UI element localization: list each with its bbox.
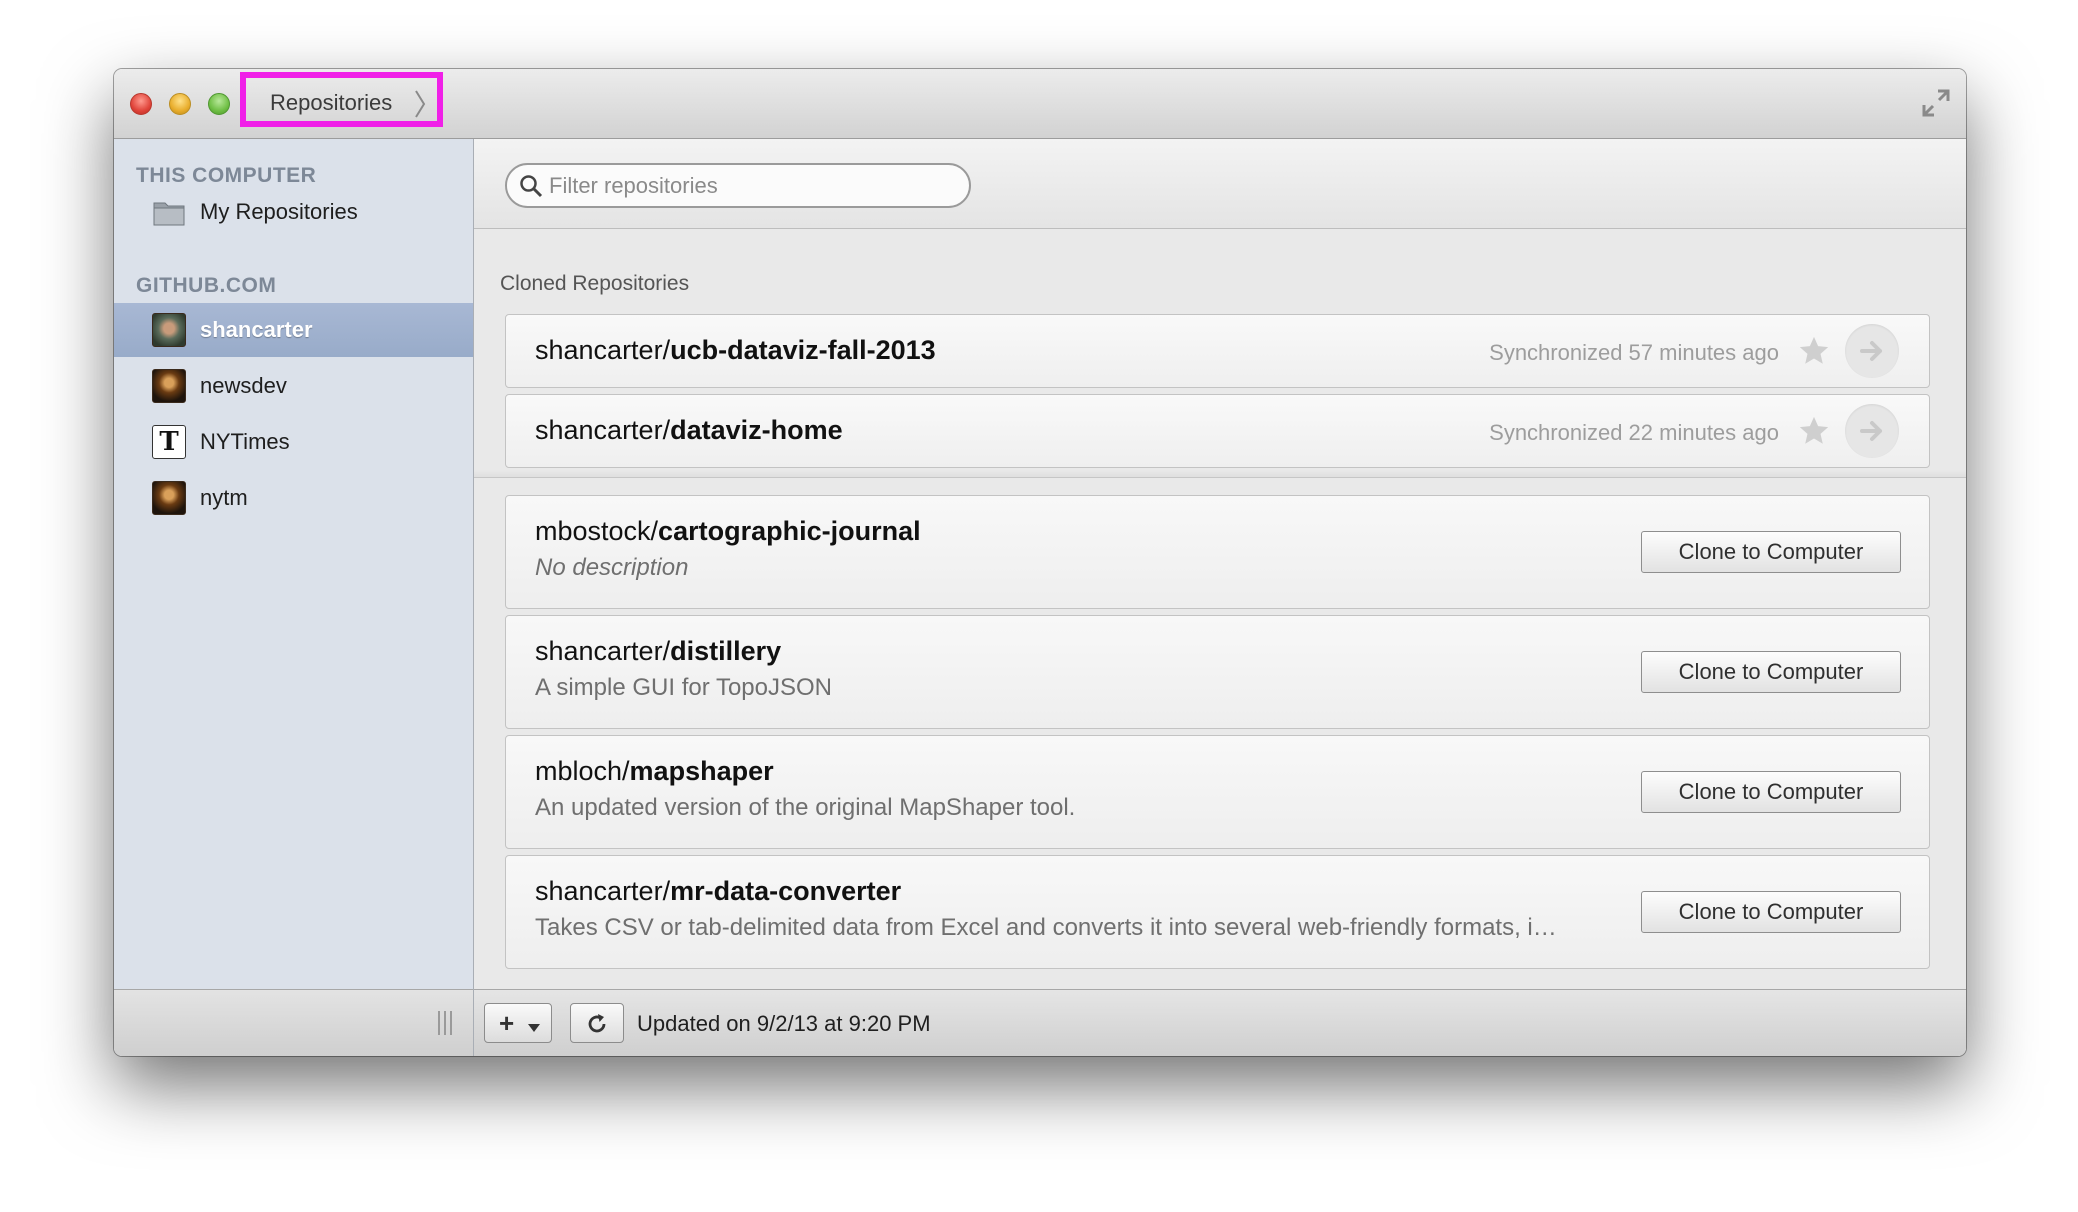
cloned-repositories-heading: Cloned Repositories bbox=[500, 272, 690, 295]
clone-to-computer-button[interactable]: Clone to Computer bbox=[1641, 531, 1901, 573]
last-updated-status: Updated on 9/2/13 at 9:20 PM bbox=[637, 1011, 931, 1036]
avatar bbox=[152, 481, 186, 515]
chevron-down-icon bbox=[527, 1020, 541, 1038]
breadcrumb-repositories[interactable]: Repositories bbox=[240, 72, 443, 127]
repo-name: shancarter/mr-data-converter bbox=[535, 876, 902, 906]
sidebar-heading-github: GITHUB.COM bbox=[136, 274, 277, 297]
arrow-right-icon bbox=[1860, 421, 1882, 441]
repo-name: shancarter/distillery bbox=[535, 636, 782, 666]
repo-name: shancarter/ucb-dataviz-fall-2013 bbox=[535, 335, 936, 365]
zoom-window-button[interactable] bbox=[208, 93, 230, 115]
star-icon[interactable] bbox=[1797, 414, 1831, 453]
clone-to-computer-button[interactable]: Clone to Computer bbox=[1641, 651, 1901, 693]
sidebar-item-nytimes[interactable]: T NYTimes bbox=[114, 415, 473, 469]
remote-repo-row[interactable]: shancarter/mr-data-converter Takes CSV o… bbox=[505, 855, 1930, 969]
search-icon bbox=[519, 174, 543, 203]
remote-repo-row[interactable]: mbostock/cartographic-journal No descrip… bbox=[505, 495, 1930, 609]
close-window-button[interactable] bbox=[130, 93, 152, 115]
open-repo-button[interactable] bbox=[1845, 404, 1899, 458]
repo-name: shancarter/dataviz-home bbox=[535, 415, 843, 445]
filter-repositories-field[interactable] bbox=[505, 163, 971, 208]
remote-repo-row[interactable]: shancarter/distillery A simple GUI for T… bbox=[505, 615, 1930, 729]
clone-to-computer-button[interactable]: Clone to Computer bbox=[1641, 891, 1901, 933]
chevron-right-icon bbox=[414, 90, 426, 123]
remote-repo-list[interactable]: mbostock/cartographic-journal No descrip… bbox=[474, 478, 1966, 989]
sidebar-item-label: shancarter bbox=[200, 317, 313, 342]
repo-description: An updated version of the original MapSh… bbox=[535, 794, 1076, 821]
avatar bbox=[152, 369, 186, 403]
breadcrumb-label: Repositories bbox=[270, 90, 393, 115]
cloned-repo-row[interactable]: shancarter/dataviz-home Synchronized 22 … bbox=[505, 394, 1930, 468]
resize-handle-icon[interactable] bbox=[437, 1010, 453, 1041]
sidebar-footer bbox=[114, 989, 473, 1056]
remote-repo-row[interactable]: mbloch/mapshaper An updated version of t… bbox=[505, 735, 1930, 849]
sidebar-item-label: NYTimes bbox=[200, 429, 290, 454]
search-input[interactable] bbox=[547, 171, 951, 201]
repo-name: mbloch/mapshaper bbox=[535, 756, 774, 786]
refresh-icon bbox=[588, 1014, 606, 1033]
sidebar-item-my-repositories[interactable]: My Repositories bbox=[114, 185, 473, 239]
clone-to-computer-button[interactable]: Clone to Computer bbox=[1641, 771, 1901, 813]
sidebar-item-shancarter[interactable]: shancarter bbox=[114, 303, 473, 357]
section-divider-shadow bbox=[474, 470, 1966, 477]
star-icon[interactable] bbox=[1797, 334, 1831, 373]
arrow-right-icon bbox=[1860, 341, 1882, 361]
repo-description: Takes CSV or tab-delimited data from Exc… bbox=[535, 914, 1557, 941]
sync-status: Synchronized 22 minutes ago bbox=[1489, 420, 1779, 445]
nyt-logo-icon: T bbox=[152, 425, 186, 459]
repo-description: A simple GUI for TopoJSON bbox=[535, 674, 832, 701]
main-footer: + Updated on 9/2/13 at 9:20 PM bbox=[474, 989, 1966, 1056]
fullscreen-icon[interactable] bbox=[1922, 89, 1950, 122]
sync-status: Synchronized 57 minutes ago bbox=[1489, 340, 1779, 365]
repo-description: No description bbox=[535, 554, 689, 581]
title-bar: Repositories bbox=[114, 69, 1966, 139]
main-panel: Cloned Repositories shancarter/ucb-datav… bbox=[474, 139, 1966, 1056]
sidebar-item-label: nytm bbox=[200, 485, 248, 510]
minimize-window-button[interactable] bbox=[169, 93, 191, 115]
sidebar: THIS COMPUTER My Repositories GITHUB.COM… bbox=[114, 139, 474, 1056]
folder-icon bbox=[152, 195, 186, 229]
sidebar-item-newsdev[interactable]: newsdev bbox=[114, 359, 473, 413]
app-window: Repositories THIS COMPUTER My Repositori… bbox=[114, 69, 1966, 1056]
open-repo-button[interactable] bbox=[1845, 324, 1899, 378]
avatar bbox=[152, 313, 186, 347]
refresh-button[interactable] bbox=[570, 1003, 624, 1043]
repo-name: mbostock/cartographic-journal bbox=[535, 516, 921, 546]
plus-icon: + bbox=[499, 1008, 515, 1038]
cloned-repo-row[interactable]: shancarter/ucb-dataviz-fall-2013 Synchro… bbox=[505, 314, 1930, 388]
sidebar-item-nytm[interactable]: nytm bbox=[114, 471, 473, 525]
add-repository-button[interactable]: + bbox=[484, 1003, 552, 1043]
sidebar-item-label: newsdev bbox=[200, 373, 287, 398]
sidebar-item-label: My Repositories bbox=[200, 199, 358, 224]
search-bar-area bbox=[474, 139, 1966, 229]
